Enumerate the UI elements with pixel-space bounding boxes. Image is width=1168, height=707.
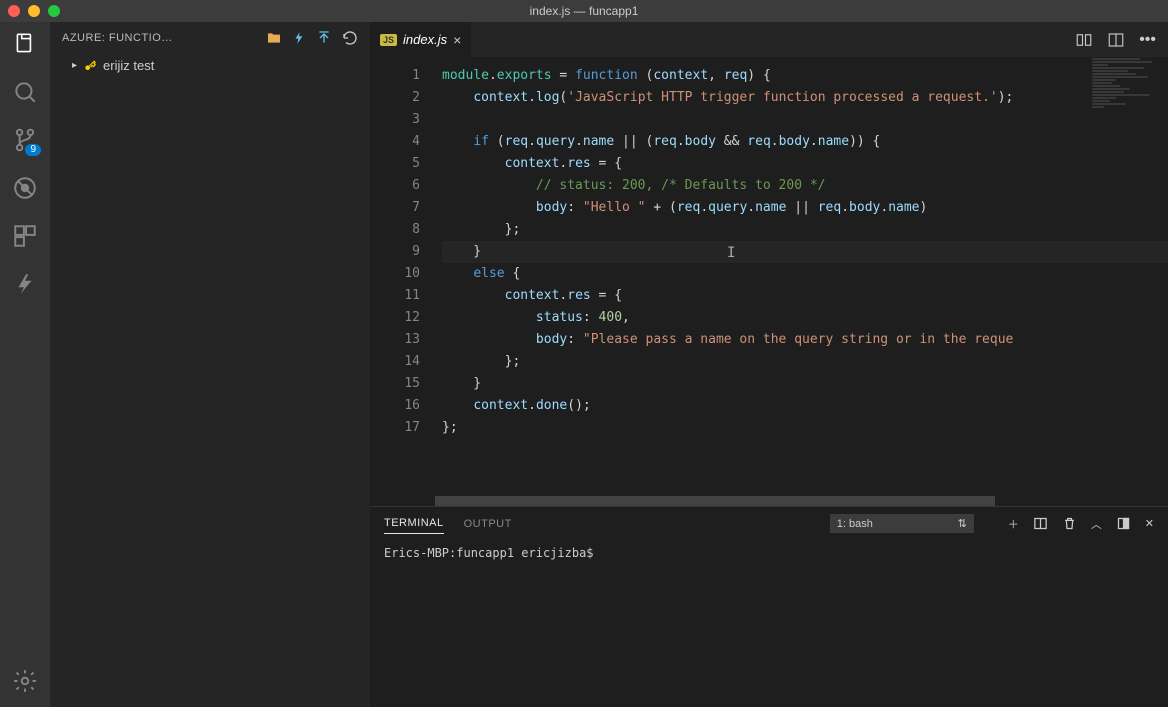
sidebar-header: AZURE: FUNCTIO… <box>50 22 370 54</box>
split-compare-icon[interactable] <box>1075 31 1093 49</box>
tab-label: index.js <box>403 32 447 47</box>
sidebar-actions <box>266 30 358 46</box>
line-gutter: 1234567891011121314151617 <box>370 57 432 506</box>
tab-indexjs[interactable]: JS index.js × <box>370 22 472 57</box>
key-icon <box>83 59 97 73</box>
trash-icon[interactable] <box>1062 516 1077 531</box>
explorer-icon[interactable] <box>11 30 39 58</box>
settings-icon[interactable] <box>11 667 39 695</box>
lightning-icon[interactable] <box>292 31 306 45</box>
extensions-icon[interactable] <box>11 222 39 250</box>
panel-actions: ＋ ︿ ✕ <box>1008 516 1154 532</box>
panel-tabs: TERMINAL OUTPUT 1: bash ⇅ ＋ ︿ ✕ <box>370 507 1168 540</box>
panel: TERMINAL OUTPUT 1: bash ⇅ ＋ ︿ ✕ Erics-MB… <box>370 506 1168 707</box>
close-panel-icon[interactable]: ✕ <box>1145 517 1154 530</box>
tab-output[interactable]: OUTPUT <box>464 514 512 534</box>
tab-actions: ••• <box>1063 22 1168 57</box>
chevron-right-icon: ▸ <box>72 60 77 71</box>
minimize-window-button[interactable] <box>28 5 40 17</box>
more-icon[interactable]: ••• <box>1139 31 1156 49</box>
horizontal-scrollbar[interactable] <box>425 496 1168 506</box>
maximize-panel-icon[interactable] <box>1116 516 1131 531</box>
refresh-icon[interactable] <box>342 30 358 46</box>
chevron-up-icon[interactable]: ︿ <box>1091 516 1102 532</box>
subscription-label: erijiz test <box>103 58 154 73</box>
azure-icon[interactable] <box>11 270 39 298</box>
split-editor-icon[interactable] <box>1107 31 1125 49</box>
terminal-prompt: Erics-MBP:funcapp1 ericjizba$ <box>384 546 594 560</box>
code-content[interactable]: module.exports = function (context, req)… <box>432 57 1168 506</box>
upload-icon[interactable] <box>316 30 332 46</box>
sidebar-title: AZURE: FUNCTIO… <box>62 32 258 44</box>
tab-bar: JS index.js × ••• <box>370 22 1168 57</box>
terminal-body[interactable]: Erics-MBP:funcapp1 ericjizba$ <box>370 540 1168 566</box>
chevron-updown-icon: ⇅ <box>958 517 967 530</box>
new-terminal-icon[interactable]: ＋ <box>1008 516 1019 532</box>
subscription-item[interactable]: ▸ erijiz test <box>50 54 370 77</box>
titlebar: index.js — funcapp1 <box>0 0 1168 22</box>
text-cursor-icon: I <box>727 242 735 264</box>
js-file-icon: JS <box>380 34 397 46</box>
window-title: index.js — funcapp1 <box>530 4 639 18</box>
editor[interactable]: 1234567891011121314151617 module.exports… <box>370 57 1168 506</box>
traffic-lights <box>8 5 60 17</box>
scm-badge: 9 <box>25 144 41 156</box>
terminal-selector[interactable]: 1: bash ⇅ <box>830 514 974 533</box>
terminal-selector-label: 1: bash <box>837 518 873 530</box>
split-terminal-icon[interactable] <box>1033 516 1048 531</box>
tab-terminal[interactable]: TERMINAL <box>384 513 444 534</box>
debug-icon[interactable] <box>11 174 39 202</box>
close-window-button[interactable] <box>8 5 20 17</box>
search-icon[interactable] <box>11 78 39 106</box>
new-folder-icon[interactable] <box>266 30 282 46</box>
main-area: 9 AZURE: FUNCTIO… <box>0 22 1168 707</box>
sidebar: AZURE: FUNCTIO… ▸ erijiz <box>50 22 370 707</box>
source-control-icon[interactable]: 9 <box>11 126 39 154</box>
maximize-window-button[interactable] <box>48 5 60 17</box>
activity-bar: 9 <box>0 22 50 707</box>
close-tab-icon[interactable]: × <box>453 32 461 48</box>
editor-area: JS index.js × ••• 1234567891011121314151… <box>370 22 1168 707</box>
